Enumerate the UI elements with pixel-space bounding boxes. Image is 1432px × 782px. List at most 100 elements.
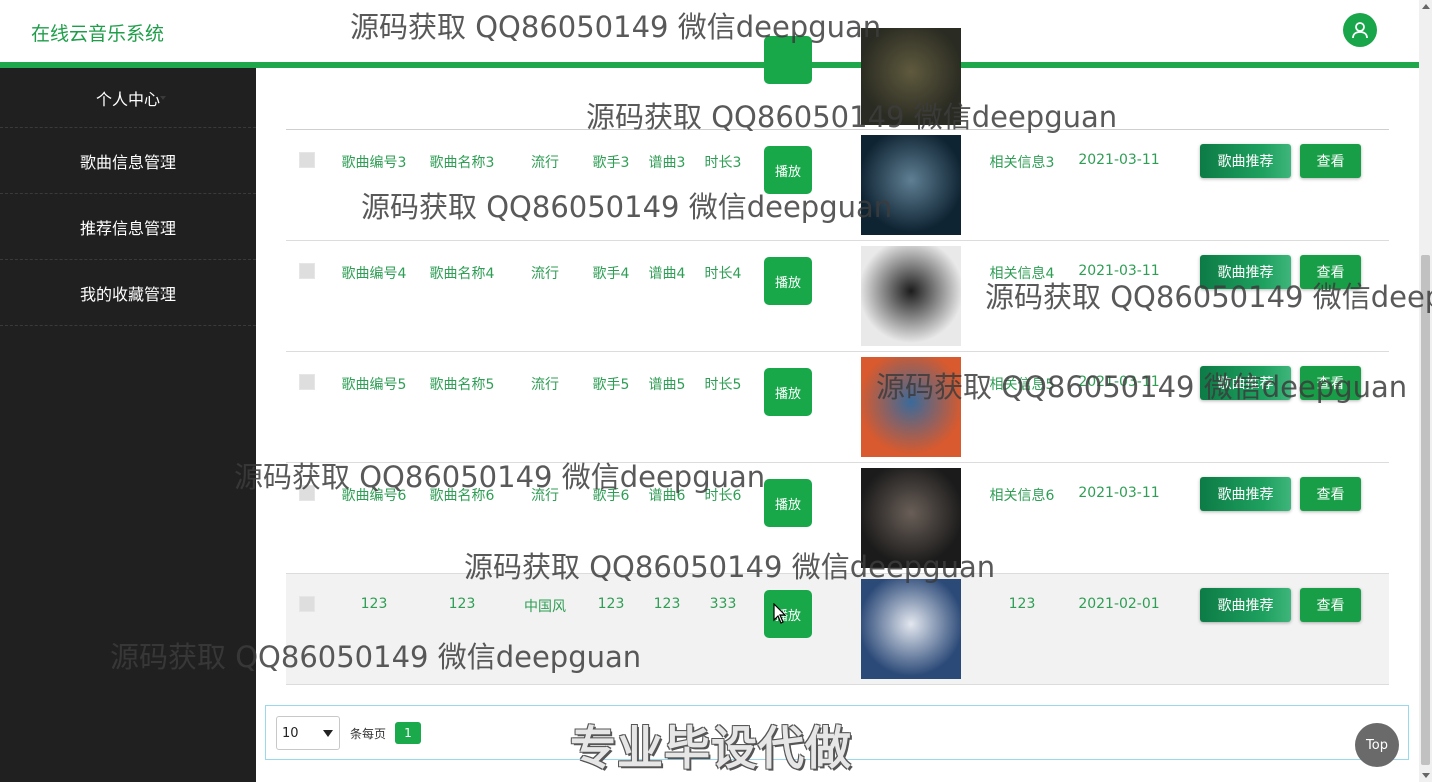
table-row: 123 123 中国风 123 123 333 123 2021-02-01 播放 歌曲推荐 查看 [286,574,1389,685]
cell-genre: 流行 [531,155,559,171]
sidebar-item-recommend-management[interactable]: 推荐信息管理 [0,194,256,260]
cell-info: 相关信息4 [989,266,1055,282]
caret-down-icon [160,158,166,163]
mouse-cursor-icon [773,602,787,629]
album-cover-image [861,468,961,568]
scroll-down-icon[interactable] [1422,773,1430,778]
cell-genre: 流行 [531,377,559,393]
cell-info: 相关信息3 [989,155,1055,171]
cell-date: 2021-03-11 [1078,374,1160,390]
recommend-button[interactable]: 歌曲推荐 [1200,366,1291,400]
cell-singer: 歌手4 [592,266,630,282]
cell-singer: 歌手5 [592,377,630,393]
scroll-up-icon[interactable] [1422,4,1430,9]
row-checkbox[interactable] [299,263,315,279]
main-content: 歌曲编号3 歌曲名称3 流行 歌手3 谱曲3 时长3 相关信息3 2021-03-11 播放 歌曲… [256,28,1419,782]
caret-down-icon [160,224,166,229]
cell-date: 2021-03-11 [1078,152,1160,168]
cell-date: 2021-03-11 [1078,485,1160,501]
cell-id: 歌曲编号5 [341,377,407,393]
recommend-button[interactable]: 歌曲推荐 [1200,588,1291,622]
sidebar-item-label: 个人中心 [95,89,160,109]
cell-composer: 123 [653,596,681,612]
user-avatar-icon[interactable] [1343,13,1377,47]
play-button[interactable]: 播放 [764,257,812,305]
cell-duration: 时长6 [704,488,742,504]
cell-name: 歌曲名称5 [429,377,495,393]
play-button[interactable]: 播放 [764,479,812,527]
album-cover-image [861,246,961,346]
page-size-value: 10 [282,725,299,741]
sidebar-item-favorites-management[interactable]: 我的收藏管理 [0,260,256,326]
cell-genre: 中国风 [524,599,566,615]
cell-info: 123 [1008,596,1036,612]
row-checkbox[interactable] [299,152,315,168]
cell-id: 歌曲编号6 [341,488,407,504]
album-cover-image [861,579,961,679]
album-cover-image [861,28,961,125]
sidebar-item-song-management[interactable]: 歌曲信息管理 [0,128,256,194]
cell-id: 歌曲编号4 [341,266,407,282]
cell-date: 2021-03-11 [1078,263,1160,279]
play-button[interactable]: 播放 [764,590,812,638]
page-button-current[interactable]: 1 [395,722,421,744]
cell-singer: 123 [597,596,625,612]
cell-duration: 时长3 [704,155,742,171]
back-to-top-button[interactable]: Top [1355,723,1399,767]
caret-down-icon [160,95,166,100]
play-button[interactable] [764,36,812,84]
table-row [286,28,1389,130]
song-table: 歌曲编号3 歌曲名称3 流行 歌手3 谱曲3 时长3 相关信息3 2021-03-11 播放 歌曲… [286,28,1389,685]
scroll-thumb[interactable] [1421,255,1430,765]
page-size-select[interactable]: 10 [276,716,340,750]
row-checkbox[interactable] [299,374,315,390]
cell-name: 歌曲名称3 [429,155,495,171]
view-button[interactable]: 查看 [1300,144,1361,178]
view-button[interactable]: 查看 [1300,255,1361,289]
cell-duration: 时长4 [704,266,742,282]
cell-name: 123 [448,596,476,612]
album-cover-image [861,357,961,457]
cell-info: 相关信息6 [989,488,1055,504]
cell-composer: 谱曲4 [648,266,686,282]
cell-name: 歌曲名称4 [429,266,495,282]
sidebar: 个人中心 歌曲信息管理 推荐信息管理 我的收藏管理 [0,68,256,782]
view-button[interactable]: 查看 [1300,588,1361,622]
cell-info: 相关信息5 [989,377,1055,393]
table-row: 歌曲编号6 歌曲名称6 流行 歌手6 谱曲6 时长6 相关信息6 2021-03-11 播放 歌曲… [286,463,1389,574]
promo-watermark: 专业毕设代做 [570,721,852,775]
vertical-scrollbar[interactable] [1419,0,1432,782]
cell-singer: 歌手6 [592,488,630,504]
cell-composer: 谱曲6 [648,488,686,504]
chevron-down-icon [323,730,333,737]
row-checkbox[interactable] [299,485,315,501]
recommend-button[interactable]: 歌曲推荐 [1200,144,1291,178]
cell-date: 2021-02-01 [1078,596,1160,612]
cell-composer: 谱曲3 [648,155,686,171]
view-button[interactable]: 查看 [1300,366,1361,400]
cell-name: 歌曲名称6 [429,488,495,504]
recommend-button[interactable]: 歌曲推荐 [1200,477,1291,511]
caret-down-icon [160,290,166,295]
per-page-label: 条每页 [350,727,387,741]
view-button[interactable]: 查看 [1300,477,1361,511]
cell-genre: 流行 [531,488,559,504]
play-button[interactable]: 播放 [764,368,812,416]
table-row: 歌曲编号4 歌曲名称4 流行 歌手4 谱曲4 时长4 相关信息4 2021-03-11 播放 歌曲… [286,241,1389,352]
recommend-button[interactable]: 歌曲推荐 [1200,255,1291,289]
row-checkbox[interactable] [299,596,315,612]
cell-id: 123 [360,596,388,612]
table-row: 歌曲编号3 歌曲名称3 流行 歌手3 谱曲3 时长3 相关信息3 2021-03-11 播放 歌曲… [286,130,1389,241]
cell-singer: 歌手3 [592,155,630,171]
table-row: 歌曲编号5 歌曲名称5 流行 歌手5 谱曲5 时长5 相关信息5 2021-03-11 播放 歌曲… [286,352,1389,463]
top-header: 在线云音乐系统 [0,0,1419,62]
cell-duration: 时长5 [704,377,742,393]
app-title: 在线云音乐系统 [31,23,165,45]
play-button[interactable]: 播放 [764,146,812,194]
cell-id: 歌曲编号3 [341,155,407,171]
sidebar-item-personal-center[interactable]: 个人中心 [0,68,256,128]
cell-genre: 流行 [531,266,559,282]
cell-composer: 谱曲5 [648,377,686,393]
cell-duration: 333 [709,596,737,612]
album-cover-image [861,135,961,235]
